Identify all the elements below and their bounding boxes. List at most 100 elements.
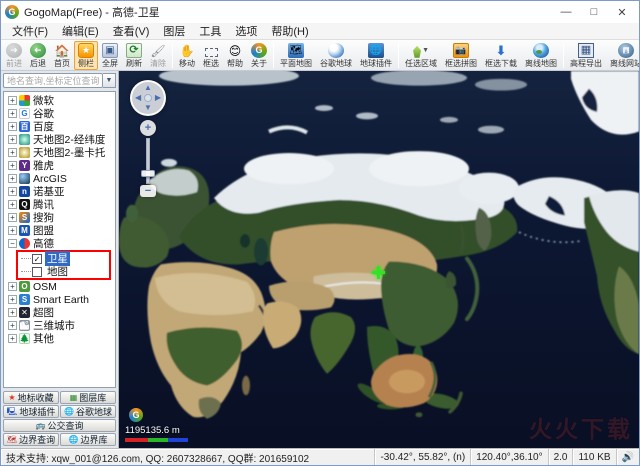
elevation-export-button[interactable]: 高程导出: [566, 41, 606, 70]
menu-view[interactable]: 查看(V): [106, 22, 157, 40]
offline-site-button[interactable]: 离线网站: [606, 41, 639, 70]
expand-icon[interactable]: +: [8, 174, 17, 183]
toolbar-separator: [172, 43, 173, 68]
box-download-button[interactable]: 框选下载: [481, 41, 521, 70]
zoom-slider-track[interactable]: [146, 138, 150, 184]
zoom-slider-handle[interactable]: [141, 170, 155, 177]
maximize-button[interactable]: □: [581, 3, 607, 21]
baidu-icon: 百: [19, 121, 30, 132]
tree-item-google[interactable]: +G谷歌: [6, 107, 115, 120]
tree-item-microsoft[interactable]: +微软: [6, 94, 115, 107]
earth-plugin-panel-button[interactable]: 🖳地球插件: [3, 405, 59, 418]
pan-right-icon[interactable]: ▶: [155, 94, 161, 102]
tree-item-osm[interactable]: +OOSM: [6, 280, 115, 293]
pan-left-icon[interactable]: ◀: [135, 94, 141, 102]
side-panel: ▼ +微软 +G谷歌 +百百度 +天地图2-经纬度 +天地图2-墨卡托 +Y雅虎…: [1, 71, 119, 448]
tree-item-amap[interactable]: −高德: [6, 237, 115, 250]
pan-down-icon[interactable]: ▼: [144, 104, 152, 112]
box-select-button[interactable]: 框选: [199, 41, 223, 70]
sogou-icon: S: [19, 212, 30, 223]
bus-query-button[interactable]: 🚌公交查询: [3, 419, 116, 432]
boundary-library-button[interactable]: 🌐边界库: [60, 433, 116, 446]
expand-icon[interactable]: +: [8, 334, 17, 343]
box-mosaic-button[interactable]: 框选拼图: [441, 41, 481, 70]
expand-icon[interactable]: +: [8, 295, 17, 304]
boundary-query-button[interactable]: 🗺边界查询: [3, 433, 59, 446]
earth-plugin-button[interactable]: 地球插件: [356, 41, 396, 70]
google-earth-panel-button[interactable]: 🌐谷歌地球: [60, 405, 116, 418]
menu-layers[interactable]: 图层: [156, 22, 192, 40]
refresh-button[interactable]: 刷新: [122, 41, 146, 70]
polygon-region-icon: [413, 46, 421, 58]
menu-options[interactable]: 选项: [228, 22, 264, 40]
menu-help[interactable]: 帮助(H): [264, 22, 315, 40]
pan-center-icon[interactable]: [144, 94, 152, 102]
expand-icon[interactable]: +: [8, 109, 17, 118]
tree-item-tencent[interactable]: +Q腾讯: [6, 198, 115, 211]
expand-icon[interactable]: +: [8, 187, 17, 196]
expand-icon[interactable]: +: [8, 308, 17, 317]
flag-map-icon: 🗺: [7, 436, 17, 444]
menu-bar: 文件(F) 编辑(E) 查看(V) 图层 工具 选项 帮助(H): [1, 23, 639, 40]
search-dropdown-button[interactable]: ▼: [103, 73, 116, 88]
smart-earth-icon: S: [19, 294, 30, 305]
tree-item-other[interactable]: +🌲其他: [6, 332, 115, 345]
forward-icon: [6, 43, 22, 58]
tree-item-nokia[interactable]: +n诺基亚: [6, 185, 115, 198]
tree-item-tianditu-mercator[interactable]: +天地图2-墨卡托: [6, 146, 115, 159]
flat-map-button[interactable]: 平面地图: [276, 41, 316, 70]
amap-compass-icon: [19, 238, 30, 249]
minimize-button[interactable]: —: [553, 3, 579, 21]
support-info: 技术支持: xqw_001@126.com, QQ: 2607328667, Q…: [1, 449, 375, 465]
tree-item-yahoo[interactable]: +Y雅虎: [6, 159, 115, 172]
tree-item-sogou[interactable]: +S搜狗: [6, 211, 115, 224]
close-button[interactable]: ✕: [609, 3, 635, 21]
expand-icon[interactable]: +: [8, 161, 17, 170]
fullscreen-button[interactable]: 全屏: [98, 41, 122, 70]
box-select-icon: [205, 48, 218, 57]
menu-edit[interactable]: 编辑(E): [55, 22, 106, 40]
search-input[interactable]: [3, 73, 103, 88]
expand-icon[interactable]: +: [8, 96, 17, 105]
about-button[interactable]: 关于: [247, 41, 271, 70]
home-button[interactable]: 首页: [50, 41, 74, 70]
tree-item-3d-city[interactable]: +🏙三维城市: [6, 319, 115, 332]
menu-file[interactable]: 文件(F): [5, 22, 55, 40]
sound-icon[interactable]: 🔊: [617, 449, 639, 465]
expand-icon[interactable]: +: [8, 148, 17, 157]
layer-library-button[interactable]: ▦图层库: [60, 391, 116, 404]
tree-item-amap-map[interactable]: 地图: [19, 265, 108, 278]
expand-icon[interactable]: +: [8, 200, 17, 209]
tree-item-mapabc[interactable]: +M图盟: [6, 224, 115, 237]
expand-icon[interactable]: +: [8, 282, 17, 291]
collapse-icon[interactable]: −: [8, 239, 17, 248]
help-button[interactable]: 帮助: [223, 41, 247, 70]
expand-icon[interactable]: +: [8, 122, 17, 131]
pan-control[interactable]: ▲ ▼ ◀ ▶: [130, 80, 166, 116]
menu-tools[interactable]: 工具: [192, 22, 228, 40]
app-logo-icon: G: [5, 5, 19, 19]
dropdown-arrow-icon[interactable]: ▼: [422, 47, 429, 54]
tree-connector: [21, 258, 31, 259]
tree-item-smart-earth[interactable]: +SSmart Earth: [6, 293, 115, 306]
osm-icon: O: [19, 281, 30, 292]
expand-icon[interactable]: +: [8, 226, 17, 235]
satellite-map-view[interactable]: ▲ ▼ ◀ ▶ + − G 1195135.6 m 火火下载: [119, 71, 639, 448]
zoom-in-button[interactable]: +: [140, 120, 156, 136]
offline-map-button[interactable]: 离线地图: [521, 41, 561, 70]
back-button[interactable]: 后退: [26, 41, 50, 70]
satellite-checkbox[interactable]: ✓: [32, 254, 42, 264]
free-region-button[interactable]: ▼ 任选区域: [401, 41, 441, 70]
expand-icon[interactable]: +: [8, 135, 17, 144]
map-checkbox[interactable]: [32, 267, 42, 277]
zoom-level: 2.0: [549, 449, 574, 465]
tianditu-mercator-icon: [19, 147, 30, 158]
expand-icon[interactable]: +: [8, 213, 17, 222]
zoom-out-button[interactable]: −: [140, 185, 156, 197]
pan-tool-button[interactable]: 移动: [175, 41, 199, 70]
expand-icon[interactable]: +: [8, 321, 17, 330]
pan-up-icon[interactable]: ▲: [144, 84, 152, 92]
sidebar-toggle-button[interactable]: 侧栏: [74, 41, 98, 70]
google-earth-button[interactable]: 谷歌地球: [316, 41, 356, 70]
landmark-favorites-button[interactable]: ★地标收藏: [3, 391, 59, 404]
